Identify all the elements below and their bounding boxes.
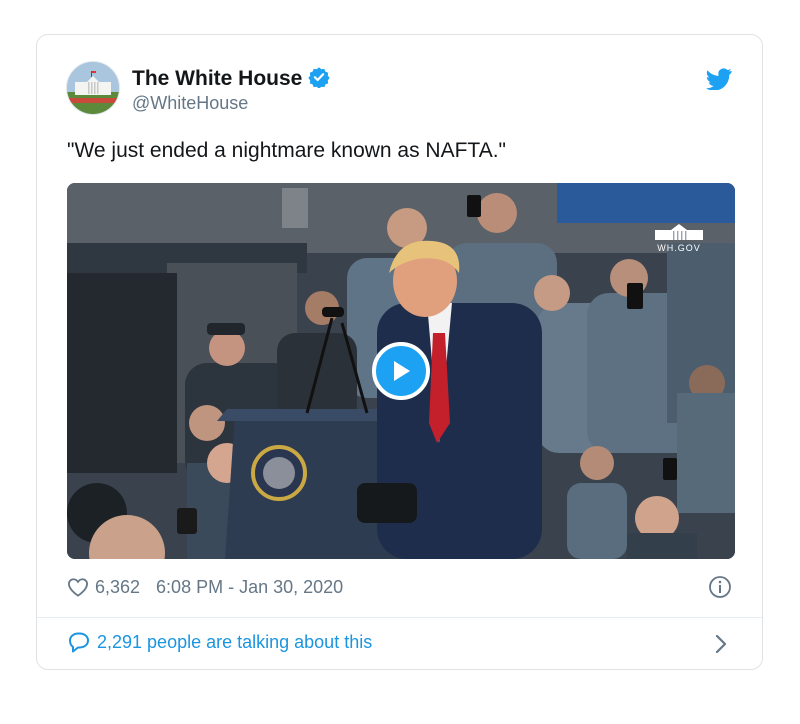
play-button[interactable] xyxy=(372,342,430,400)
like-count[interactable]: 6,362 xyxy=(95,577,140,598)
conversation-link[interactable]: 2,291 people are talking about this xyxy=(67,631,372,653)
media-watermark-text: WH.GOV xyxy=(657,243,701,253)
twitter-bird-icon[interactable] xyxy=(706,68,732,95)
conversation-text[interactable]: 2,291 people are talking about this xyxy=(97,632,372,653)
author-handle[interactable]: @WhiteHouse xyxy=(132,93,248,114)
chevron-right-icon[interactable] xyxy=(714,634,728,659)
media-watermark: WH.GOV xyxy=(653,223,705,253)
tweet-card[interactable]: The White House @WhiteHouse "We just end… xyxy=(36,34,763,670)
white-house-avatar-icon xyxy=(67,62,119,114)
verified-badge-icon xyxy=(308,66,330,94)
author-avatar[interactable] xyxy=(66,61,120,115)
speech-bubble-icon xyxy=(67,631,91,653)
play-icon xyxy=(394,361,410,381)
author-name-text[interactable]: The White House xyxy=(132,67,302,90)
author-name[interactable]: The White House xyxy=(132,66,330,94)
heart-icon[interactable] xyxy=(67,577,89,597)
tweet-timestamp[interactable]: 6:08 PM - Jan 30, 2020 xyxy=(156,577,343,598)
divider xyxy=(37,617,762,618)
info-icon[interactable] xyxy=(708,575,732,604)
tweet-video[interactable]: WH.GOV xyxy=(67,183,735,559)
white-house-logo-icon xyxy=(655,224,703,240)
tweet-meta: 6,362 6:08 PM - Jan 30, 2020 xyxy=(67,574,343,600)
tweet-text: "We just ended a nightmare known as NAFT… xyxy=(67,139,507,162)
